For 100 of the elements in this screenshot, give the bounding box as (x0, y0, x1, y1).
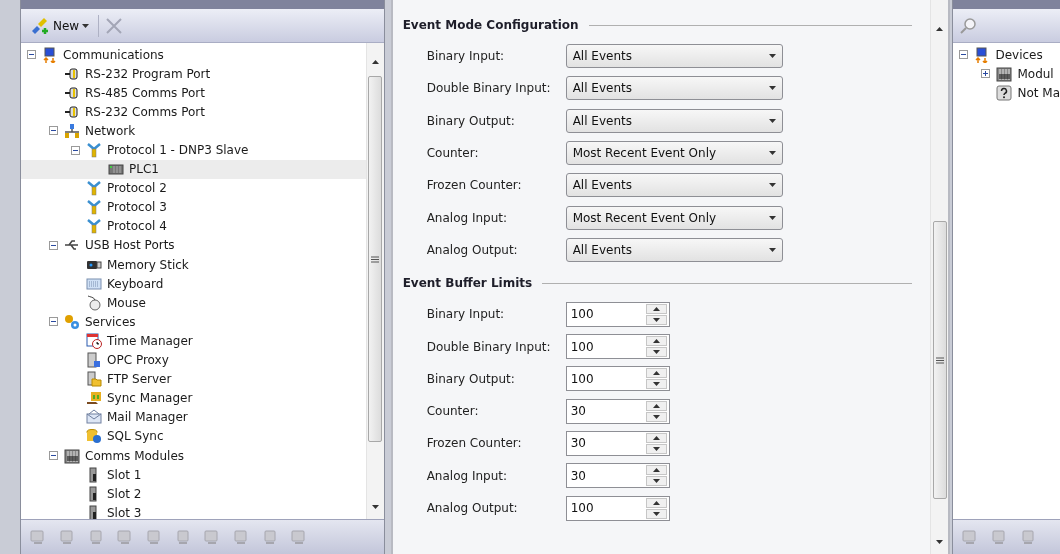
tree-item[interactable]: Mail Manager (21, 407, 366, 427)
gears-icon (64, 313, 80, 330)
dropdown[interactable]: Most Recent Event Only (565, 141, 783, 166)
spin-down-button[interactable] (645, 508, 667, 519)
dropdown[interactable]: All Events (565, 237, 783, 262)
field-label: Binary Input: (426, 307, 506, 322)
dropdown[interactable]: All Events (565, 44, 783, 69)
field-label: Double Binary Input: (426, 81, 552, 96)
tree-item[interactable]: FTP Server (21, 369, 366, 389)
up-arrow-icon (652, 500, 660, 505)
grip-icon (371, 255, 380, 263)
spin-up-button[interactable] (645, 497, 667, 508)
tree-item[interactable]: Memory Stick (21, 255, 366, 275)
dropdown[interactable]: All Events (565, 76, 783, 101)
up-arrow-icon (652, 339, 660, 343)
collapse-icon[interactable] (959, 50, 969, 60)
fork-icon (86, 180, 102, 197)
tree-item[interactable]: Slot 3 (21, 503, 366, 519)
scroll-down-icon (371, 505, 379, 509)
spin-up-button[interactable] (645, 336, 667, 346)
sync-icon (86, 390, 102, 407)
plug-icon (64, 84, 80, 101)
up-arrow-icon (652, 403, 660, 408)
down-arrow-icon (652, 446, 660, 451)
collapse-icon[interactable] (71, 145, 80, 155)
collapse-icon[interactable] (49, 451, 58, 460)
network-icon (64, 122, 80, 139)
tree-item[interactable]: RS-232 Program Port (21, 64, 366, 84)
tree-item[interactable]: Slot 2 (21, 484, 366, 504)
tree-item[interactable]: RS-232 Comms Port (21, 102, 366, 122)
scrollbar[interactable] (930, 0, 949, 554)
tree-item[interactable]: Services (21, 312, 366, 332)
scroll-up-icon (371, 60, 379, 64)
tree-item[interactable]: Communications (21, 45, 366, 65)
spin-down-button[interactable] (645, 347, 667, 357)
tree-item[interactable]: RS-485 Comms Port (21, 83, 366, 103)
tree-item[interactable]: USB Host Ports (21, 235, 366, 256)
up-arrow-icon (652, 371, 660, 376)
spin-up-button[interactable] (645, 368, 667, 379)
tree-item[interactable]: Modul (953, 64, 1060, 84)
database-icon (86, 428, 102, 445)
dropdown-arrow-icon (768, 118, 776, 123)
module-rack-icon (996, 65, 1013, 82)
down-arrow-icon (652, 317, 660, 322)
tree-item[interactable]: Time Manager (21, 331, 366, 351)
spin-up-button[interactable] (645, 400, 667, 411)
keyboard-icon (86, 275, 102, 292)
controller-icon (108, 161, 124, 178)
field-label: Analog Input: (426, 468, 509, 483)
tree-item[interactable]: PLC1 (21, 159, 366, 179)
up-arrow-icon (652, 306, 660, 311)
tree-item[interactable]: Protocol 2 (21, 178, 366, 198)
spin-down-button[interactable] (645, 443, 667, 454)
tree-item[interactable]: Comms Modules (21, 445, 366, 466)
dropdown[interactable]: All Events (565, 108, 783, 133)
dropdown-arrow-icon (768, 151, 776, 156)
tree-item[interactable]: SQL Sync (21, 426, 366, 446)
field-label: Frozen Counter: (426, 436, 523, 451)
collapse-icon[interactable] (27, 50, 36, 60)
spin-down-button[interactable] (645, 379, 667, 390)
calendar-clock-icon (86, 332, 102, 349)
spin-up-button[interactable] (645, 303, 667, 314)
collapse-icon[interactable] (49, 317, 58, 327)
field-label: Binary Input: (426, 49, 506, 64)
spin-up-button[interactable] (645, 432, 667, 443)
group-title: Event Buffer Limits (402, 276, 533, 291)
tree-item[interactable]: Protocol 1 - DNP3 Slave (21, 140, 366, 160)
dropdown[interactable]: All Events (565, 173, 783, 198)
tree-item[interactable]: Sync Manager (21, 388, 366, 408)
search-icon[interactable] (959, 16, 978, 35)
field-label: Frozen Counter: (426, 178, 523, 193)
field-label: Counter: (426, 404, 480, 419)
spin-down-button[interactable] (645, 411, 667, 422)
tree-item[interactable]: Protocol 3 (21, 197, 366, 217)
grip-icon (935, 356, 944, 364)
collapse-icon[interactable] (49, 241, 58, 250)
tree-item[interactable]: Devices (953, 45, 1060, 65)
dropdown[interactable]: Most Recent Event Only (565, 205, 783, 230)
tree-item[interactable]: OPC Proxy (21, 350, 366, 370)
scroll-up-icon (936, 27, 944, 31)
expand-icon[interactable] (981, 69, 991, 79)
tree-item[interactable]: Keyboard (21, 274, 366, 294)
mouse-icon (86, 294, 102, 311)
spin-down-button[interactable] (645, 476, 667, 487)
spin-down-button[interactable] (645, 314, 667, 325)
tree-item[interactable]: Network (21, 121, 366, 141)
tree-item[interactable]: Slot 1 (21, 465, 366, 485)
collapse-icon[interactable] (49, 126, 58, 136)
field-label: Analog Input: (426, 210, 509, 225)
field-label: Binary Output: (426, 113, 516, 128)
tree-item[interactable]: Protocol 4 (21, 216, 366, 236)
scrollbar[interactable] (365, 43, 384, 519)
tree-item[interactable]: Mouse (21, 293, 366, 313)
spin-up-button[interactable] (645, 465, 667, 476)
tree-item[interactable]: Not Ma (953, 83, 1060, 103)
fork-icon (86, 199, 102, 216)
new-button[interactable]: New (27, 14, 93, 37)
field-label: Binary Output: (426, 371, 516, 386)
envelope-icon (86, 409, 102, 426)
communications-icon (974, 46, 991, 63)
